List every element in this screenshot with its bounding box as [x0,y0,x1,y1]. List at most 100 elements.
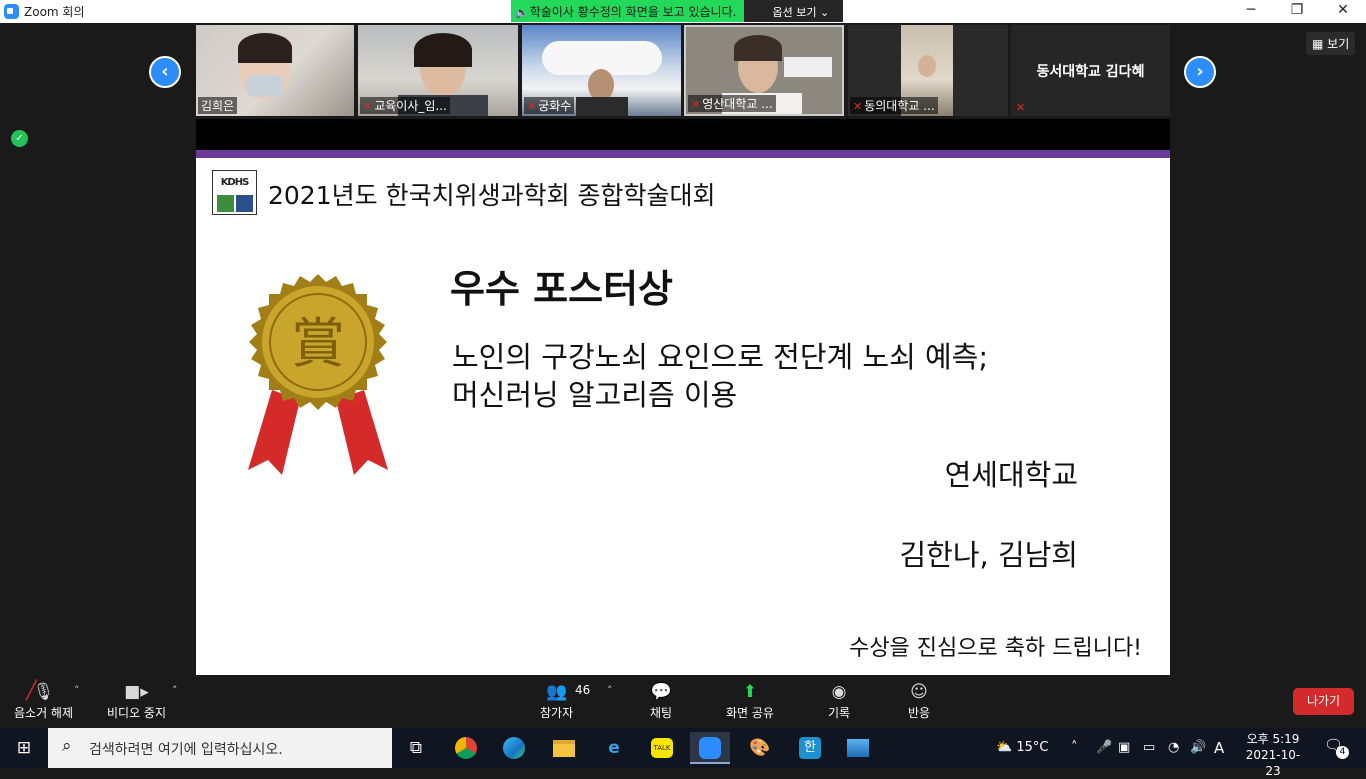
device-tray-icon[interactable]: ▣ [1118,728,1130,768]
battery-icon[interactable]: ▭ [1143,728,1155,768]
speaker-tray-icon[interactable]: 🔊 [1190,728,1206,768]
participants-options-caret[interactable]: ˄ [607,684,613,697]
microphone-tray-icon[interactable]: 🎤 [1096,728,1112,768]
chevron-down-icon: ⌄ [819,6,830,19]
weather-widget[interactable]: ⛅ 15°C [996,728,1048,768]
paper-title-line2: 머신러닝 알고리즘 이용 [452,378,738,412]
grid-icon: ▦ [1312,37,1324,51]
record-button[interactable]: ◉ 기록 [828,682,850,721]
participant-name: ✕ [1013,100,1030,114]
participant-tile[interactable]: ✕ 궁화수 [522,25,681,116]
participant-tile[interactable]: 김희은 [196,25,354,116]
next-page-arrow[interactable]: › [1184,56,1216,88]
participant-name-large: 동서대학교 김다혜 [1036,64,1145,80]
stop-video-button[interactable]: ■▸ 비디오 중지 [107,682,166,721]
share-message: 학술이사 황수정의 화면을 보고 있습니다. [529,5,737,19]
encryption-shield-icon[interactable]: ✓ [11,130,28,147]
weather-sun-cloud-icon: ⛅ [996,740,1013,755]
participant-name: ✕ 교육이사_임... [360,97,450,114]
zoom-taskbar-icon[interactable] [690,732,730,764]
viewing-share-notice: 🔈학술이사 황수정의 화면을 보고 있습니다. [511,0,745,22]
award-school: 연세대학교 [944,458,1078,492]
notification-count: 4 [1336,746,1349,759]
participant-face [918,55,936,77]
wifi-icon[interactable]: ◔ [1168,728,1179,768]
award-authors: 김한나, 김남희 [899,538,1078,572]
participants-label: 참가자 [540,706,574,720]
chrome-icon[interactable] [446,732,486,764]
task-view-icon[interactable]: ⧉ [396,732,436,764]
mic-off-icon: 🎙 ╱ [26,680,55,702]
participant-name-text: 궁화수 [538,99,572,113]
taskbar-clock[interactable]: 오후 5:19 2021-10-23 [1240,731,1306,779]
stop-video-label: 비디오 중지 [107,706,167,720]
view-options-button[interactable]: 옵션 보기 ⌄ [744,0,844,22]
mic-muted-icon: ✕ [691,98,701,111]
participant-tile[interactable]: ✕ 교육이사_임... [358,25,518,116]
mic-muted-icon: ✕ [1016,101,1026,114]
shared-slide: KDHS 2021년도 한국치위생과학회 종합학술대회 賞 우수 포스터상 노인… [196,158,1170,675]
slide-accent-bar [196,150,1170,158]
close-button[interactable]: ✕ [1320,0,1366,23]
record-label: 기록 [828,706,851,720]
shared-screen-top-bar [196,119,1170,150]
mic-muted-icon: ✕ [853,100,863,113]
view-button-label: 보기 [1327,37,1350,51]
file-explorer-icon[interactable] [544,732,584,764]
record-icon: ◉ [831,682,847,702]
participant-hair [414,33,472,67]
reactions-button[interactable]: ☺ 반응 [908,682,930,721]
internet-explorer-icon[interactable]: e [594,732,634,764]
participants-count: 46 [575,683,591,697]
participant-body [576,97,628,116]
face-mask [246,75,284,97]
paint-icon[interactable]: 🎨 [740,732,780,764]
audio-options-caret[interactable]: ˄ [74,684,80,697]
windows-start-icon[interactable]: ⊞ [0,728,48,768]
maximize-button[interactable]: ❐ [1274,0,1320,23]
participants-icon: 👥 [545,682,568,702]
tray-overflow-icon[interactable]: ˄ [1071,728,1078,768]
congrats-message: 수상을 진심으로 축하 드립니다! [849,636,1142,661]
photos-icon[interactable] [838,732,878,764]
notification-center-icon[interactable]: 🗨 4 [1324,736,1349,759]
unmute-button[interactable]: 🎙 ╱ 음소거 해제 [14,680,74,721]
zoom-app-icon [4,4,19,19]
participant-name: ✕ 영산대학교 ... [688,95,776,112]
slide-header: 2021년도 한국치위생과학회 종합학술대회 [268,181,716,210]
unmute-label: 음소거 해제 [14,706,74,720]
logo-text: KDHS [220,177,250,188]
view-button[interactable]: ▦ 보기 [1306,32,1356,55]
ribbon-right [336,390,388,475]
speaker-icon: 🔈 [515,6,529,19]
ribbon-left [248,390,300,475]
windows-taskbar: ⊞ ⌕ 검색하려면 여기에 입력하십시오. ⧉ e TALK 🎨 한 ⛅ 15°… [0,728,1366,778]
background-poster [784,57,832,77]
share-screen-label: 화면 공유 [726,706,774,720]
prev-page-arrow[interactable]: ‹ [149,56,181,88]
participant-name-text: 김희은 [201,99,235,113]
window-title: Zoom 회의 [24,5,85,19]
participant-name-text: 동의대학교 ... [864,99,935,113]
clock-date: 2021-10-23 [1245,748,1301,778]
participant-tile-active[interactable]: ✕ 영산대학교 ... [684,25,844,116]
participant-name: ✕ 동의대학교 ... [850,97,938,114]
participant-tile[interactable]: ✕ 동의대학교 ... [848,25,1008,116]
seal-character: 賞 [291,312,345,375]
video-options-caret[interactable]: ˄ [172,684,178,697]
mic-muted-icon: ✕ [527,100,537,113]
hangul-icon[interactable]: 한 [790,732,830,764]
ime-indicator[interactable]: A [1214,728,1224,768]
edge-icon[interactable] [494,732,534,764]
clock-time: 오후 5:19 [1246,732,1300,746]
leave-button[interactable]: 나가기 [1293,688,1354,715]
participants-button[interactable]: 👥 참가자 [540,682,573,721]
minimize-button[interactable]: ─ [1228,0,1274,23]
share-screen-button[interactable]: ⬆ 화면 공유 [726,682,774,721]
kakaotalk-icon[interactable]: TALK [642,732,682,764]
taskbar-search-box[interactable]: ⌕ 검색하려면 여기에 입력하십시오. [48,728,392,768]
search-icon: ⌕ [62,736,72,756]
chat-button[interactable]: 💬 채팅 [650,682,672,721]
participant-tile[interactable]: 동서대학교 김다혜 ✕ [1011,25,1170,116]
share-arrow-icon: ⬆ [742,682,758,702]
